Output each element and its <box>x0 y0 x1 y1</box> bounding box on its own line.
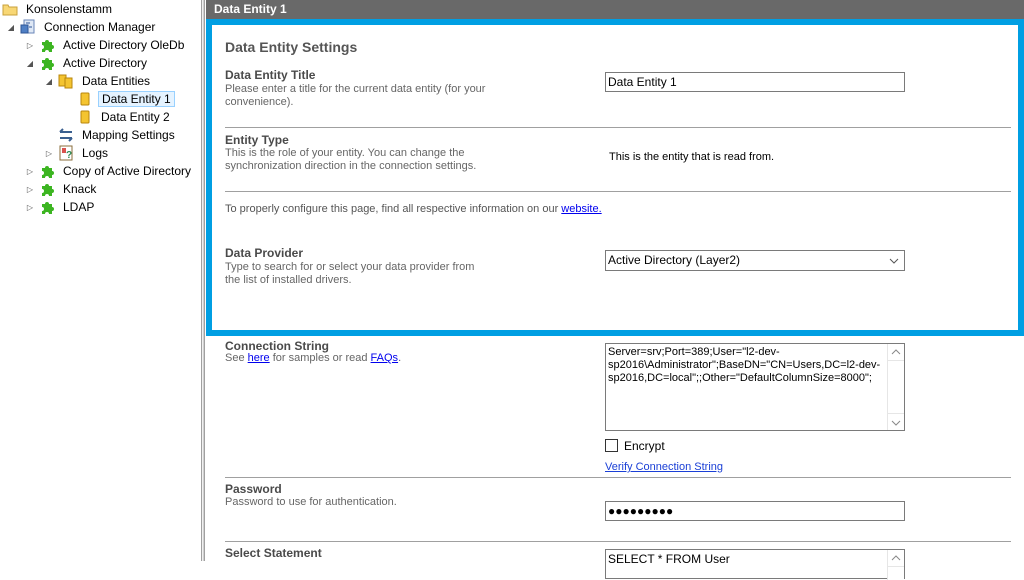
collapsed-arrow-icon[interactable]: ▷ <box>25 162 35 180</box>
connection-string-value: Server=srv;Port=389;User="l2-dev-sp2016\… <box>608 346 881 384</box>
divider <box>225 191 1011 192</box>
connection-manager-icon <box>20 19 36 35</box>
tree-item-label: Active Directory OleDb <box>63 38 185 52</box>
log-icon: ? <box>58 145 74 161</box>
website-link[interactable]: website. <box>561 203 601 215</box>
select-statement-value: SELECT * FROM User <box>608 552 730 566</box>
tree-item-label: Logs <box>82 146 109 160</box>
select-statement-textarea[interactable]: SELECT * FROM User <box>605 549 905 580</box>
expanded-arrow-icon[interactable]: ◢ <box>25 54 35 72</box>
puzzle-icon <box>39 55 55 71</box>
connection-string-textarea[interactable]: Server=srv;Port=389;User="l2-dev-sp2016\… <box>605 343 905 431</box>
database-icon <box>77 109 93 125</box>
here-link[interactable]: here <box>248 352 270 364</box>
faqs-link[interactable]: FAQs <box>371 352 399 364</box>
divider <box>225 127 1011 128</box>
page-header: Data Entity 1 <box>206 0 1024 19</box>
data-provider-selected: Active Directory (Layer2) <box>608 253 741 267</box>
scroll-up-icon[interactable] <box>888 550 904 567</box>
mapping-arrows-icon <box>58 127 74 143</box>
tree-item-label: Active Directory <box>63 56 148 70</box>
select-statement-label: Select Statement <box>225 546 322 560</box>
tree-item-konsolenstamm[interactable]: Konsolenstamm <box>2 0 115 18</box>
puzzle-icon <box>39 181 55 197</box>
expanded-arrow-icon[interactable]: ◢ <box>6 18 16 36</box>
collapsed-arrow-icon[interactable]: ▷ <box>44 144 54 162</box>
highlight-frame <box>206 19 1024 336</box>
folder-icon <box>2 1 18 17</box>
info-text: To properly configure this page, find al… <box>225 203 602 215</box>
collapsed-arrow-icon[interactable]: ▷ <box>25 198 35 216</box>
connection-string-label: Connection String <box>225 339 329 353</box>
tree-item-label: Copy of Active Directory <box>63 164 192 178</box>
tree-item-label: Mapping Settings <box>82 128 175 142</box>
content-panel: Data Entity 1 Data Entity Settings Data … <box>206 0 1024 580</box>
tree-item-knack[interactable]: ▷ Knack <box>25 180 99 198</box>
puzzle-icon <box>39 163 55 179</box>
desc-text: See <box>225 352 248 364</box>
tree-item-label: Connection Manager <box>44 20 156 34</box>
password-description: Password to use for authentication. <box>225 496 397 508</box>
tree-item-copy-of-active-directory[interactable]: ▷ Copy of Active Directory <box>25 162 194 180</box>
svg-text:?: ? <box>66 150 72 161</box>
password-label: Password <box>225 482 282 496</box>
tree-item-ldap[interactable]: ▷ LDAP <box>25 198 97 216</box>
info-text-body: To properly configure this page, find al… <box>225 203 562 215</box>
tree-item-label: LDAP <box>63 200 95 214</box>
tree-item-logs[interactable]: ▷ ? Logs <box>44 144 111 162</box>
desc-text: . <box>398 352 402 364</box>
database-group-icon <box>58 73 74 89</box>
collapsed-arrow-icon[interactable]: ▷ <box>25 180 35 198</box>
tree-item-label: Data Entity 1 <box>98 91 175 107</box>
divider <box>225 541 1011 542</box>
database-icon <box>77 91 93 107</box>
chevron-down-icon[interactable] <box>888 251 900 270</box>
entity-type-label: Entity Type <box>225 133 289 147</box>
data-provider-dropdown[interactable]: Active Directory (Layer2) <box>605 250 905 271</box>
entity-type-description: This is the role of your entity. You can… <box>225 147 477 172</box>
collapsed-arrow-icon[interactable]: ▷ <box>25 36 35 54</box>
tree-item-active-directory[interactable]: ◢ Active Directory <box>25 54 150 72</box>
title-field-label: Data Entity Title <box>225 68 316 82</box>
tree-item-data-entities[interactable]: ◢ Data Entities <box>44 72 153 90</box>
entity-type-value: This is the entity that is read from. <box>609 151 775 163</box>
encrypt-checkbox[interactable] <box>605 439 618 452</box>
puzzle-icon <box>39 199 55 215</box>
tree-item-data-entity-1[interactable]: Data Entity 1 <box>77 90 175 108</box>
navigation-tree: Konsolenstamm ◢ Connection Manager ▷ Act… <box>0 0 201 561</box>
scroll-up-icon[interactable] <box>888 344 904 361</box>
verify-connection-string-link[interactable]: Verify Connection String <box>605 461 723 473</box>
select-statement-scrollbar[interactable] <box>887 550 904 580</box>
desc-text: for samples or read <box>269 352 371 364</box>
data-provider-description: Type to search for or select your data p… <box>225 261 475 286</box>
tree-item-data-entity-2[interactable]: Data Entity 2 <box>77 108 173 126</box>
tree-item-label: Konsolenstamm <box>26 2 113 16</box>
puzzle-icon <box>39 37 55 53</box>
section-title: Data Entity Settings <box>225 39 358 55</box>
tree-item-label: Data Entities <box>82 74 151 88</box>
splitter-line <box>203 0 204 561</box>
tree-item-mapping-settings[interactable]: Mapping Settings <box>58 126 178 144</box>
connection-string-scrollbar[interactable] <box>887 344 904 430</box>
title-field-description: Please enter a title for the current dat… <box>225 83 486 108</box>
divider <box>225 477 1011 478</box>
connection-string-description: See here for samples or read FAQs. <box>225 352 495 365</box>
tree-item-active-directory-oledb[interactable]: ▷ Active Directory OleDb <box>25 36 187 54</box>
panel-splitter[interactable] <box>201 0 205 561</box>
expanded-arrow-icon[interactable]: ◢ <box>44 72 54 90</box>
data-provider-label: Data Provider <box>225 246 304 260</box>
title-input[interactable] <box>605 72 905 92</box>
tree-item-label: Data Entity 2 <box>101 110 170 124</box>
encrypt-label[interactable]: Encrypt <box>624 439 665 453</box>
tree-item-connection-manager[interactable]: ◢ Connection Manager <box>6 18 158 36</box>
scroll-down-icon[interactable] <box>888 413 904 430</box>
tree-item-label: Knack <box>63 182 97 196</box>
password-input[interactable]: ●●●●●●●●● <box>605 501 905 521</box>
